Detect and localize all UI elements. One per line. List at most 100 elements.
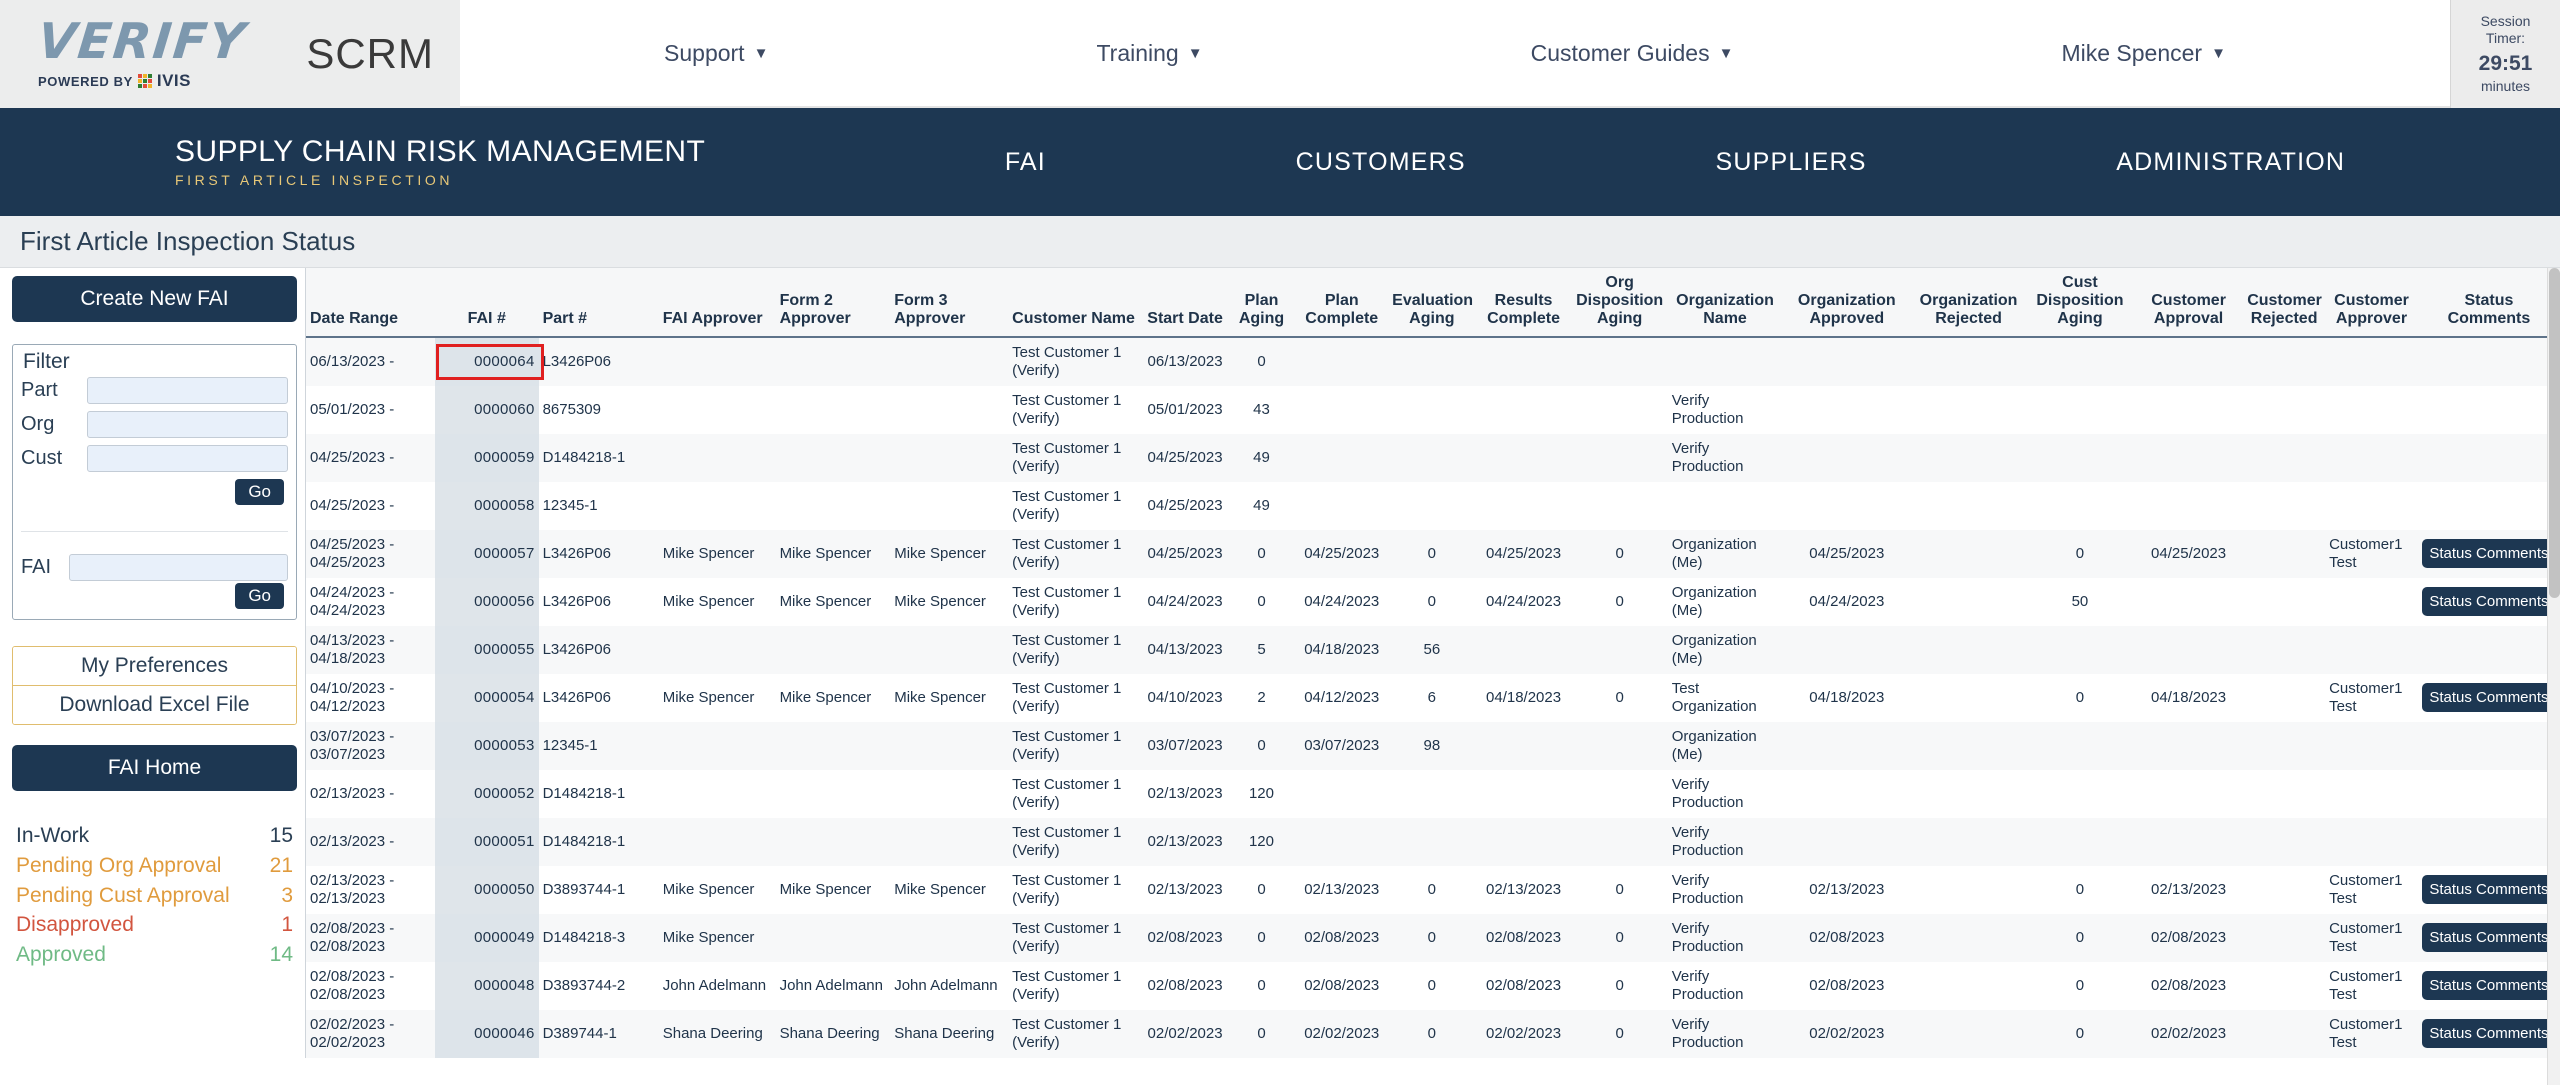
cell-fai-number[interactable]: 0000060 bbox=[434, 385, 539, 434]
th-fai-approver[interactable]: FAI Approver bbox=[658, 268, 776, 338]
status-count-approved[interactable]: Approved 14 bbox=[16, 940, 293, 970]
th-date-range[interactable]: Date Range bbox=[306, 268, 435, 338]
cell-fai-number[interactable]: 0000059 bbox=[434, 433, 539, 482]
cell-fai-number[interactable]: 0000064 bbox=[434, 336, 544, 386]
top-bar: VERIFY POWERED BY IVIS SCRM Support ▼ Tr… bbox=[0, 0, 2560, 108]
my-preferences-button[interactable]: My Preferences bbox=[13, 647, 296, 685]
fai-home-button[interactable]: FAI Home bbox=[12, 745, 297, 791]
th-org-disposition-aging[interactable]: Org Disposition Aging bbox=[1571, 268, 1668, 338]
cell-form3-approver: Mike Spencer bbox=[894, 592, 986, 610]
status-count-disapproved[interactable]: Disapproved 1 bbox=[16, 910, 293, 940]
table-row[interactable]: 04/24/2023 - 04/24/2023 0000056 L3426P06 Mi… bbox=[306, 577, 2560, 626]
cell-cust-disposition-aging bbox=[2026, 626, 2134, 674]
status-comments-button[interactable]: Status Comments bbox=[2421, 683, 2556, 713]
cell-form2-approver bbox=[776, 914, 891, 962]
cell-fai-number[interactable]: 0000051 bbox=[434, 817, 539, 866]
table-row[interactable]: 04/10/2023 - 04/12/2023 0000054 L3426P06 Mi… bbox=[306, 673, 2560, 722]
cell-organization-rejected bbox=[1911, 626, 2026, 674]
cell-fai-number[interactable]: 0000053 bbox=[434, 721, 539, 770]
cell-fai-number[interactable]: 0000046 bbox=[434, 1009, 539, 1058]
status-comments-button[interactable]: Status Comments bbox=[2421, 875, 2556, 905]
table-row[interactable]: 06/13/2023 - 0000064 L3426P06 Test Customer… bbox=[306, 336, 2560, 386]
cell-fai-number[interactable]: 0000058 bbox=[434, 481, 539, 530]
th-organization-approved[interactable]: Organization Approved bbox=[1782, 268, 1912, 338]
th-customer-approval[interactable]: Customer Approval bbox=[2133, 268, 2244, 338]
th-customer-rejected[interactable]: Customer Rejected bbox=[2243, 268, 2326, 338]
cell-organization-approved: 04/18/2023 bbox=[1809, 688, 1885, 706]
th-cust-disposition-aging[interactable]: Cust Disposition Aging bbox=[2025, 268, 2134, 338]
cell-status-comments bbox=[2418, 818, 2560, 866]
th-form2-approver[interactable]: Form 2 Approver bbox=[775, 268, 891, 338]
status-count-pending-org-approval[interactable]: Pending Org Approval 21 bbox=[16, 851, 293, 881]
filter-go-button[interactable]: Go bbox=[235, 479, 284, 505]
cell-fai-number[interactable]: 0000056 bbox=[434, 577, 539, 626]
th-plan-aging[interactable]: Plan Aging bbox=[1227, 268, 1296, 338]
vertical-scrollbar[interactable] bbox=[2547, 268, 2560, 1085]
table-row[interactable]: 04/25/2023 - 0000059 D1484218-1 Test Custom… bbox=[306, 433, 2560, 482]
banner-link-suppliers[interactable]: SUPPLIERS bbox=[1715, 148, 1866, 177]
download-excel-button[interactable]: Download Excel File bbox=[13, 685, 296, 724]
cell-fai-number[interactable]: 0000052 bbox=[434, 769, 539, 818]
create-new-fai-button[interactable]: Create New FAI bbox=[12, 276, 297, 322]
topnav-item-user-menu[interactable]: Mike Spencer ▼ bbox=[2061, 40, 2225, 67]
table-row[interactable]: 04/25/2023 - 0000058 12345-1 Test Customer … bbox=[306, 481, 2560, 530]
topnav-item-training[interactable]: Training ▼ bbox=[1096, 40, 1202, 67]
status-comments-button[interactable]: Status Comments bbox=[2421, 1019, 2556, 1049]
banner-link-fai[interactable]: FAI bbox=[1005, 148, 1046, 177]
cell-customer-approval bbox=[2134, 337, 2243, 386]
table-row[interactable]: 02/13/2023 - 02/13/2023 0000050 D3893744-1… bbox=[306, 865, 2560, 914]
table-row[interactable]: 02/02/2023 - 02/02/2023 0000046 D389744-1 S… bbox=[306, 1009, 2560, 1058]
cell-organization-rejected bbox=[1911, 434, 2026, 482]
fai-input[interactable] bbox=[69, 554, 288, 581]
th-plan-complete[interactable]: Plan Complete bbox=[1295, 268, 1389, 338]
table-row[interactable]: 02/08/2023 - 02/08/2023 0000048 D3893744-2… bbox=[306, 961, 2560, 1010]
th-part-number[interactable]: Part # bbox=[538, 268, 659, 338]
table-row[interactable]: 02/13/2023 - 0000051 D1484218-1 Test Custom… bbox=[306, 817, 2560, 866]
org-input[interactable] bbox=[87, 411, 288, 438]
th-organization-name[interactable]: Organization Name bbox=[1667, 268, 1783, 338]
table-row[interactable]: 05/01/2023 - 0000060 8675309 Test Customer … bbox=[306, 385, 2560, 434]
th-fai-number[interactable]: FAI # bbox=[434, 268, 539, 338]
th-form3-approver[interactable]: Form 3 Approver bbox=[890, 268, 1009, 338]
cell-fai-number[interactable]: 0000050 bbox=[434, 865, 539, 914]
cell-fai-number[interactable]: 0000049 bbox=[434, 913, 539, 962]
th-organization-rejected[interactable]: Organization Rejected bbox=[1911, 268, 2026, 338]
status-comments-button[interactable]: Status Comments bbox=[2421, 587, 2556, 617]
topnav-item-customer-guides[interactable]: Customer Guides ▼ bbox=[1531, 40, 1734, 67]
topnav-label: Mike Spencer bbox=[2061, 39, 2203, 66]
th-results-complete[interactable]: Results Complete bbox=[1475, 268, 1572, 338]
verify-logo[interactable]: VERIFY POWERED BY IVIS bbox=[35, 13, 249, 91]
table-body: 06/13/2023 -0000064 L3426P06 Test Customer… bbox=[306, 336, 2560, 1058]
status-count-pending-cust-approval[interactable]: Pending Cust Approval 3 bbox=[16, 881, 293, 911]
th-customer-approver[interactable]: Customer Approver bbox=[2325, 268, 2418, 338]
cell-fai-number[interactable]: 0000048 bbox=[434, 961, 539, 1010]
table-row[interactable]: 02/13/2023 - 0000052 D1484218-1 Test Custom… bbox=[306, 769, 2560, 818]
cell-fai-number[interactable]: 0000055 bbox=[434, 625, 539, 674]
table-row[interactable]: 04/25/2023 - 04/25/2023 0000057 L3426P06 Mi… bbox=[306, 529, 2560, 578]
cell-fai-number[interactable]: 0000054 bbox=[434, 673, 539, 722]
table-row[interactable]: 03/07/2023 - 03/07/2023 0000053 12345-1 Tes… bbox=[306, 721, 2560, 770]
cell-status-comments bbox=[2418, 626, 2560, 674]
table-row[interactable]: 04/13/2023 - 04/18/2023 0000055 L3426P06 Te… bbox=[306, 625, 2560, 674]
table-row[interactable]: 02/08/2023 - 02/08/2023 0000049 D1484218-3… bbox=[306, 913, 2560, 962]
cust-input[interactable] bbox=[87, 445, 288, 472]
th-status-comments[interactable]: Status Comments bbox=[2417, 268, 2560, 338]
fai-number-highlighted[interactable]: 0000064 bbox=[435, 343, 544, 380]
cell-status-comments: Status Comments bbox=[2418, 578, 2560, 626]
th-customer-name[interactable]: Customer Name bbox=[1008, 268, 1143, 338]
filter-row-fai: FAI bbox=[21, 554, 288, 581]
cell-organization-rejected bbox=[1911, 674, 2026, 722]
scrollbar-thumb[interactable] bbox=[2549, 268, 2560, 598]
part-input[interactable] bbox=[87, 377, 288, 404]
banner-link-administration[interactable]: ADMINISTRATION bbox=[2116, 148, 2345, 177]
th-evaluation-aging[interactable]: Evaluation Aging bbox=[1388, 268, 1476, 338]
status-comments-button[interactable]: Status Comments bbox=[2421, 923, 2556, 953]
status-comments-button[interactable]: Status Comments bbox=[2421, 971, 2556, 1001]
cell-fai-number[interactable]: 0000057 bbox=[434, 529, 539, 578]
fai-go-button[interactable]: Go bbox=[235, 583, 284, 609]
banner-link-customers[interactable]: CUSTOMERS bbox=[1296, 148, 1466, 177]
status-comments-button[interactable]: Status Comments bbox=[2421, 539, 2556, 569]
topnav-item-support[interactable]: Support ▼ bbox=[664, 40, 768, 67]
status-count-in-work[interactable]: In-Work 15 bbox=[16, 821, 293, 851]
th-start-date[interactable]: Start Date bbox=[1142, 268, 1228, 338]
